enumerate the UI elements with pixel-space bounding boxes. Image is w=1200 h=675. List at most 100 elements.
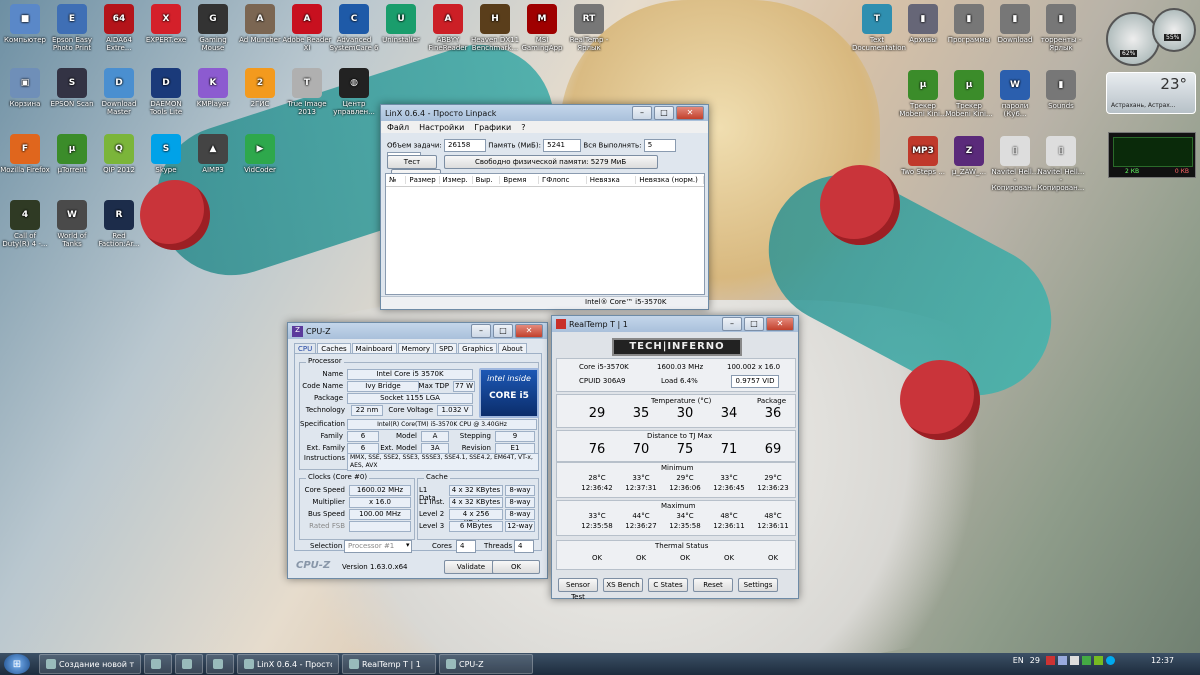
desktop-icon[interactable]: µ Трекер Mobeni Kini... [898,70,948,118]
desktop-icon[interactable]: C Advanced SystemCare 6 [329,4,379,52]
task-size-input[interactable]: 26158 [444,139,487,152]
volume-icon[interactable] [1069,656,1079,665]
desktop-icon[interactable]: T Text Documentation [852,4,906,52]
language-indicator[interactable]: EN [1013,656,1024,665]
column-header[interactable]: Невязка (норм.) [636,176,704,184]
network-gadget[interactable]: 2 КВ 0 КВ [1108,132,1196,178]
close-button[interactable]: ✕ [515,324,543,338]
start-button[interactable]: ⊞ [4,654,30,674]
maximize-button[interactable]: □ [493,324,513,338]
desktop-icon[interactable]: H Heaven DX11 Benchmark... [470,4,520,52]
results-table[interactable]: № Размер Измер. Выр. Время ГФлопс Невязка Невяз… [385,173,705,295]
skype-tray-icon[interactable] [1105,656,1115,665]
desktop-icon[interactable]: ▮ Download [990,4,1040,44]
taskbar-item[interactable]: Создание новой те... [39,654,141,674]
c-states-button[interactable]: C States [648,578,688,592]
network-icon[interactable] [1057,656,1067,665]
desktop-icon[interactable]: W World of Tanks [47,200,97,248]
menu-item[interactable]: ? [521,123,525,132]
ok-button[interactable]: OK [492,560,540,574]
desktop-icon[interactable]: RT RealTemp - Ярлык [564,4,614,52]
desktop-icon[interactable]: U Uninstaller [376,4,426,44]
desktop-icon[interactable]: ▮ Программы [944,4,994,44]
cpu-meter-gadget[interactable]: 62% 55% [1106,6,1196,66]
chevron-down-icon[interactable]: ▾ [406,541,410,549]
realtemp-titlebar[interactable]: RealTemp T | 1 – □ ✕ [552,316,798,332]
desktop-icon[interactable]: ■ Компьютер [0,4,50,44]
taskbar-item[interactable]: RealTemp T | 1 [342,654,436,674]
desktop-icon[interactable]: MP3 Two Steps ... [898,136,948,176]
desktop-icon[interactable]: Wпароли (Ку6... [990,70,1040,118]
desktop-icon[interactable]: ▯ Navitel Hell... - Копирован... [1036,136,1086,192]
desktop-icon[interactable]: µ µTorrent [47,134,97,174]
desktop-icon[interactable]: G Gaming Mouse [188,4,238,52]
desktop-icon[interactable]: ▲ AIMP3 [188,134,238,174]
cpuz-titlebar[interactable]: Z CPU-Z – □ ✕ [288,323,547,339]
maximize-button[interactable]: □ [654,106,674,120]
taskbar-item[interactable]: CPU-Z [439,654,533,674]
desktop-icon[interactable]: 2 2ГИС [235,68,285,108]
close-button[interactable]: ✕ [676,106,704,120]
minimize-button[interactable]: – [471,324,491,338]
settings-button[interactable]: Settings [738,578,778,592]
realtemp-window[interactable]: RealTemp T | 1 – □ ✕ TECH|INFERNO Core i… [551,315,799,601]
desktop-icon[interactable]: S Skype [141,134,191,174]
column-header[interactable]: Измер. [440,176,473,184]
desktop-icon[interactable]: µ Трекер Mobeni Kini... [944,70,994,118]
desktop-icon[interactable]: Q QIP 2012 [94,134,144,174]
clock[interactable]: 12:37 [1151,656,1174,665]
column-header[interactable]: ГФлопс [539,176,587,184]
taskbar-item[interactable]: LinX 0.6.4 - Просто L... [237,654,339,674]
desktop-icon[interactable]: ▮ Архивы [898,4,948,44]
desktop-icon[interactable]: ▶ VidCoder [235,134,285,174]
desktop-icon[interactable]: X EXPERT.exe [141,4,191,44]
desktop-icon[interactable]: ▮ Sounds [1036,70,1086,110]
desktop-icon[interactable]: M MSI GamingApp [517,4,567,52]
validate-button[interactable]: Validate [444,560,498,574]
desktop-icon[interactable]: D DAEMON Tools Lite [141,68,191,116]
taskbar-item[interactable] [206,654,234,674]
desktop-icon[interactable]: 64 AIDA64 Extre... [94,4,144,52]
cpuz-window[interactable]: Z CPU-Z – □ ✕ CPU Caches Mainboard Memory SP… [287,322,548,579]
desktop-icon[interactable]: K KMPlayer [188,68,238,108]
weather-gadget[interactable]: 23° Астрахань, Астрах... [1106,72,1196,114]
desktop-icon[interactable]: R Red Faction:Ar... [94,200,144,248]
desktop-icon[interactable]: ◍ Центр управлен... [329,68,379,116]
desktop-icon[interactable]: S EPSON Scan [47,68,97,108]
memory-input[interactable]: 5241 [543,139,582,152]
desktop-icon[interactable]: ▮ торренты - Ярлык [1036,4,1086,52]
reset-button[interactable]: Reset [693,578,733,592]
desktop-icon[interactable]: D Download Master [94,68,144,116]
desktop-icon[interactable]: 4 Call of Duty(R) 4 -... [0,200,50,248]
desktop-icon[interactable]: A ABBYY FineReader [423,4,473,52]
nvidia-icon[interactable] [1093,656,1103,665]
taskbar-item[interactable] [144,654,172,674]
test-button[interactable]: Тест [387,155,437,169]
column-header[interactable]: № [386,176,407,184]
sensor-test-button[interactable]: Sensor Test [558,578,598,601]
processor-select[interactable]: Processor #1 [344,540,412,553]
xs-bench-button[interactable]: XS Bench [603,578,643,592]
linx-titlebar[interactable]: LinX 0.6.4 - Просто Linpack – □ ✕ [381,105,708,121]
tray-temp[interactable]: 29 [1030,656,1040,665]
tray-icons[interactable] [1045,656,1115,665]
shield-icon[interactable] [1045,656,1055,665]
runs-input[interactable]: 5 [643,139,676,152]
desktop-icon[interactable]: F Mozilla Firefox [0,134,50,174]
menu-item[interactable]: Графики [474,123,511,132]
column-header[interactable]: Невязка [587,176,637,184]
column-header[interactable]: Выр. [473,176,501,184]
taskbar-item[interactable] [175,654,203,674]
maximize-button[interactable]: □ [744,317,764,331]
desktop-icon[interactable]: E Epson Easy Photo Print [47,4,97,52]
menu-item[interactable]: Настройки [419,123,464,132]
minimize-button[interactable]: – [632,106,652,120]
close-button[interactable]: ✕ [766,317,794,331]
menu-item[interactable]: Файл [387,123,409,132]
linx-window[interactable]: LinX 0.6.4 - Просто Linpack – □ ✕ Файл На… [380,104,709,310]
torrent-icon[interactable] [1081,656,1091,665]
desktop-icon[interactable]: Zµ_ZAW_... [944,136,994,176]
desktop-icon[interactable]: T True Image 2013 [282,68,332,116]
desktop-icon[interactable]: A Ad Muncher [235,4,285,44]
desktop-icon[interactable]: A Adobe Reader XI [282,4,332,52]
